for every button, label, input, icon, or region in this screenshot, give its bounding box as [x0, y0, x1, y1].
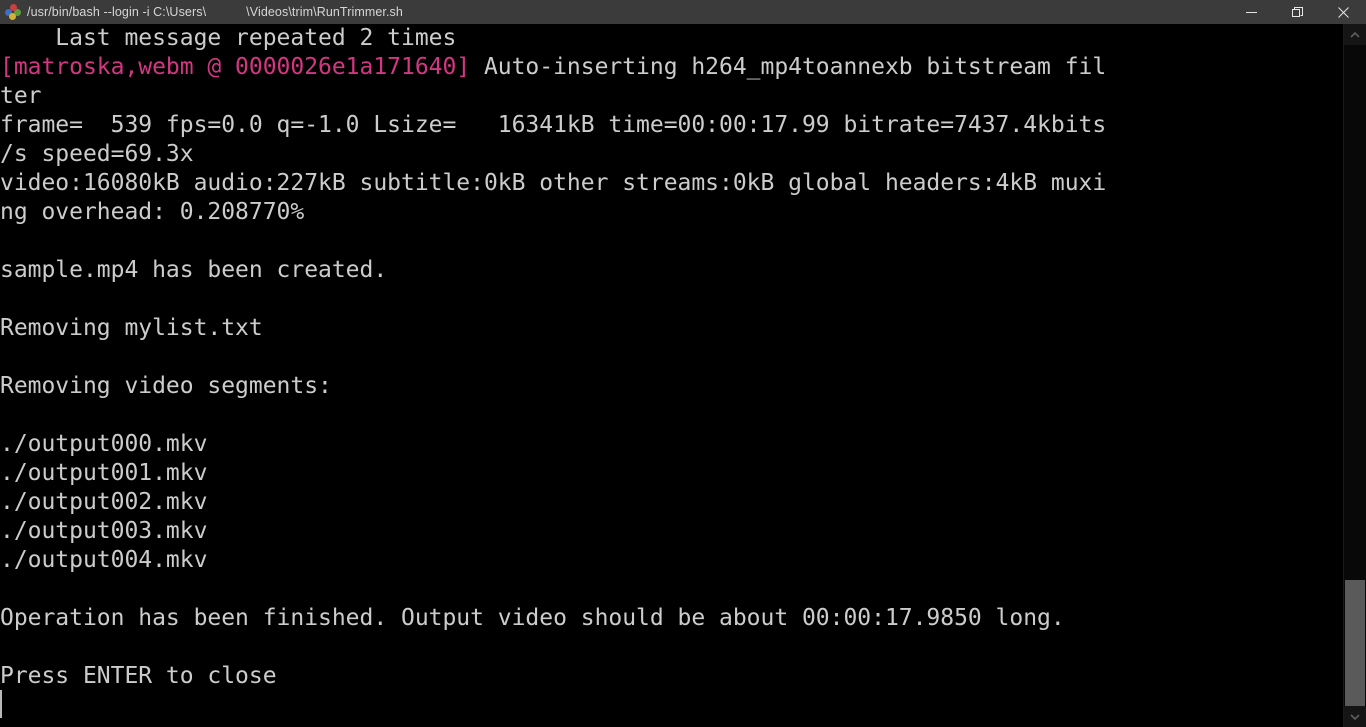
terminal-line-text: ./output000.mkv: [0, 431, 208, 457]
terminal-line: ter: [0, 82, 1343, 111]
scrollbar-track[interactable]: [1344, 45, 1366, 706]
terminal-line-text: video:16080kB audio:227kB subtitle:0kB o…: [0, 170, 1107, 196]
terminal-line-magenta-segment: [matroska,webm @ 0000026e1a171640]: [0, 54, 471, 80]
terminal-line-text: ./output001.mkv: [0, 460, 208, 486]
terminal-line-text: Removing mylist.txt: [0, 315, 263, 341]
title-bar[interactable]: /usr/bin/bash --login -i C:\Users\ \Vide…: [0, 0, 1366, 24]
close-button[interactable]: [1320, 0, 1366, 24]
scroll-up-button[interactable]: [1344, 24, 1366, 45]
terminal-line: ./output000.mkv: [0, 430, 1343, 459]
terminal-line-text: ter: [0, 83, 42, 109]
window-title-path-first: /usr/bin/bash --login -i C:\Users\: [27, 5, 207, 19]
terminal-line: Operation has been finished. Output vide…: [0, 604, 1343, 633]
text-cursor: [0, 690, 2, 718]
terminal-line-text: /s speed=69.3x: [0, 141, 194, 167]
terminal-line-text: ./output002.mkv: [0, 489, 208, 515]
window-title-path-second: \Videos\trim\RunTrimmer.sh: [246, 5, 403, 19]
terminal-line: [matroska,webm @ 0000026e1a171640] Auto-…: [0, 53, 1343, 82]
terminal-line: Removing mylist.txt: [0, 314, 1343, 343]
terminal-line-text: sample.mp4 has been created.: [0, 257, 388, 283]
minimize-button[interactable]: [1228, 0, 1274, 24]
terminal-line: Press ENTER to close: [0, 662, 1343, 691]
terminal-line-default-segment: Auto-inserting h264_mp4toannexb bitstrea…: [470, 54, 1107, 80]
terminal-line: ./output003.mkv: [0, 517, 1343, 546]
terminal-line: frame= 539 fps=0.0 q=-1.0 Lsize= 16341kB…: [0, 111, 1343, 140]
chevron-down-icon: [1350, 713, 1360, 720]
terminal-window: /usr/bin/bash --login -i C:\Users\ \Vide…: [0, 0, 1366, 727]
terminal-line: /s speed=69.3x: [0, 140, 1343, 169]
chevron-up-icon: [1350, 31, 1360, 38]
terminal-line: ./output002.mkv: [0, 488, 1343, 517]
terminal-screen[interactable]: Last message repeated 2 times [matroska,w…: [0, 24, 1343, 727]
terminal-line: video:16080kB audio:227kB subtitle:0kB o…: [0, 169, 1343, 198]
terminal-line-text: ng overhead: 0.208770%: [0, 199, 305, 225]
restore-button[interactable]: [1274, 0, 1320, 24]
window-controls: [1228, 0, 1366, 24]
terminal-line: ./output001.mkv: [0, 459, 1343, 488]
title-bar-left: /usr/bin/bash --login -i C:\Users\ \Vide…: [0, 0, 1228, 24]
terminal-area: Last message repeated 2 times [matroska,w…: [0, 24, 1366, 727]
close-icon: [1337, 6, 1349, 18]
terminal-line: Removing video segments:: [0, 372, 1343, 401]
restore-icon: [1291, 6, 1303, 17]
scrollbar[interactable]: [1343, 24, 1366, 727]
terminal-line-text: Last message repeated 2 times: [0, 25, 457, 51]
minimize-icon: [1245, 11, 1257, 13]
terminal-line-text: Operation has been finished. Output vide…: [0, 605, 1065, 631]
terminal-line-text: ./output004.mkv: [0, 547, 208, 573]
terminal-line: ng overhead: 0.208770%: [0, 198, 1343, 227]
terminal-line-text: Press ENTER to close: [0, 663, 277, 689]
terminal-output: Last message repeated 2 times [matroska,w…: [0, 24, 1343, 691]
scrollbar-thumb[interactable]: [1345, 580, 1365, 706]
terminal-line-text: Removing video segments:: [0, 373, 332, 399]
terminal-line: ./output004.mkv: [0, 546, 1343, 575]
terminal-line: Last message repeated 2 times: [0, 24, 1343, 53]
scroll-down-button[interactable]: [1344, 706, 1366, 727]
terminal-line-text: ./output003.mkv: [0, 518, 208, 544]
terminal-line: sample.mp4 has been created.: [0, 256, 1343, 285]
app-icon: [5, 4, 21, 20]
terminal-line-text: frame= 539 fps=0.0 q=-1.0 Lsize= 16341kB…: [0, 112, 1107, 138]
